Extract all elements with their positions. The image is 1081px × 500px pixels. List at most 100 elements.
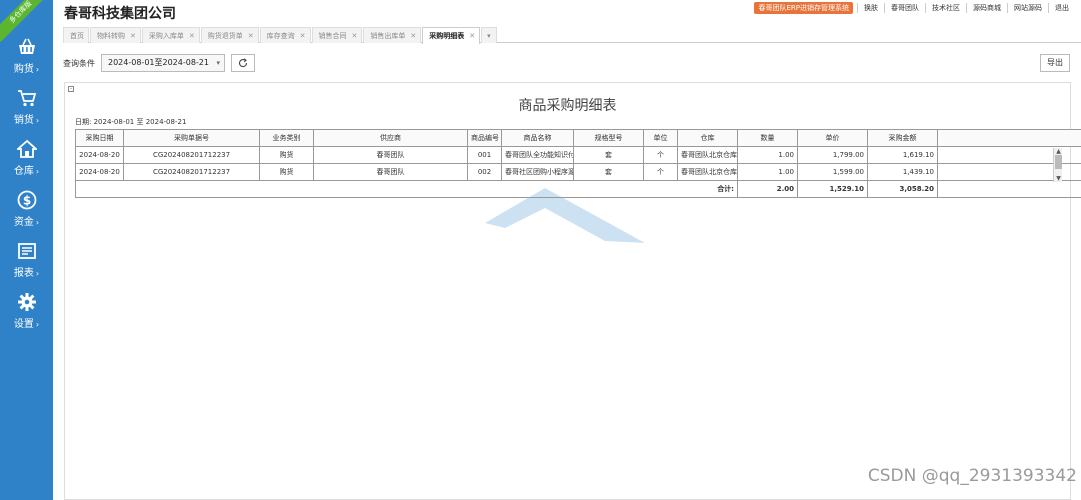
cell-warehouse: 春哥团队北京仓库 (677, 146, 738, 164)
refresh-button[interactable] (231, 54, 255, 72)
cart-icon (17, 89, 36, 106)
sidebar-item-reports[interactable]: 报表 › (0, 234, 53, 285)
tab-label: 采购入库单 (148, 31, 184, 40)
total-label: 合计: (75, 180, 738, 198)
company-name: 春哥科技集团公司 (64, 6, 176, 22)
close-icon[interactable]: ✕ (300, 32, 306, 40)
collapse-icon[interactable]: - (68, 86, 74, 92)
cell-date: 2024-08-20 (75, 163, 124, 181)
column-header: 商品编号 (467, 129, 502, 147)
column-header: 规格型号 (573, 129, 644, 147)
chevron-down-icon: ▾ (216, 59, 220, 67)
sidebar-label: 设置 (13, 318, 34, 330)
cell-amount: 1,439.10 (867, 163, 938, 181)
tab-label: 物料转购 (97, 31, 125, 40)
cell-product-name: 春哥团队全功能知识付 (501, 146, 574, 164)
sidebar-item-settings[interactable]: 设置 › (0, 285, 53, 336)
top-link-store[interactable]: 源码商城 (966, 3, 1007, 13)
top-link-community[interactable]: 技术社区 (925, 3, 966, 13)
cell-type: 购货 (259, 146, 314, 164)
tab-sales-contract[interactable]: 销售合同 ✕ (311, 27, 363, 43)
query-bar: 查询条件 2024-08-01至2024-08-21 ▾ 导出 (63, 54, 1081, 72)
chevron-right-icon: › (35, 115, 40, 125)
tab-material-purchase[interactable]: 物料转购 ✕ (90, 27, 141, 43)
column-header: 采购单据号 (123, 129, 260, 147)
purchase-detail-table: 采购日期 采购单据号 业务类别 供应商 商品编号 商品名称 规格型号 单位 仓库… (75, 129, 1081, 198)
sidebar-label: 报表 (13, 267, 34, 279)
top-link-skin[interactable]: 换肤 (857, 3, 884, 13)
tab-bar: 首页 物料转购 ✕ 采购入库单 ✕ 购货退货单 ✕ 库存查询 ✕ 销售合同 ✕ 销售出库单… (63, 27, 1081, 44)
column-header: 供应商 (313, 129, 468, 147)
scroll-down-icon[interactable]: ▼ (1054, 175, 1063, 182)
sidebar-label: 资金 (13, 216, 34, 228)
cell-warehouse: 春哥团队北京仓库 (677, 163, 738, 181)
sidebar-item-warehouse[interactable]: 仓库 › (0, 132, 53, 183)
close-icon[interactable]: ✕ (130, 32, 136, 40)
column-header: 业务类别 (259, 129, 314, 147)
report-panel: - 商品采购明细表 日期: 2024-08-01 至 2024-08-21 采购… (64, 82, 1081, 500)
sidebar-item-sales[interactable]: 销货 › (0, 81, 53, 132)
cell-price: 1,599.00 (797, 163, 868, 181)
tab-home[interactable]: 首页 (63, 27, 89, 43)
sidebar-item-funds[interactable]: $ 资金 › (0, 183, 53, 234)
sidebar-item-purchase[interactable]: 购货 › (0, 30, 53, 81)
tab-label: 销售合同 (318, 31, 347, 40)
scroll-up-icon[interactable]: ▲ (1054, 148, 1063, 155)
date-range-value: 2024-08-01至2024-08-21 (108, 58, 209, 67)
cell-spec: 套 (573, 146, 644, 164)
refresh-icon (238, 58, 248, 68)
report-title: 商品采购明细表 (518, 98, 617, 114)
cell-supplier: 春哥团队 (313, 146, 468, 164)
sidebar-label: 销货 (13, 114, 34, 126)
table-row[interactable]: 2024-08-20 CG202408201712237 购货 春哥团队 002… (75, 163, 1081, 181)
chevron-down-icon: ▾ (487, 31, 491, 40)
top-link-logout[interactable]: 退出 (1048, 3, 1075, 13)
cell-amount: 1,619.10 (867, 146, 938, 164)
tab-label: 库存查询 (266, 31, 295, 40)
sidebar-label: 购货 (13, 63, 34, 75)
csdn-watermark: CSDN @qq_2931393342 (867, 466, 1077, 486)
tab-sales-outbound[interactable]: 销售出库单 ✕ (363, 27, 422, 43)
column-header: 单价 (797, 129, 868, 147)
report-icon (17, 242, 36, 259)
top-links: 春哥团队ERP进销存管理系统 换肤 春哥团队 技术社区 源码商城 网站源码 退出 (754, 2, 1075, 14)
column-header: 数量 (737, 129, 798, 147)
table-total-row: 合计: 2.00 1,529.10 3,058.20 (75, 180, 1081, 198)
top-link-team[interactable]: 春哥团队 (884, 3, 925, 13)
cell-unit: 个 (643, 163, 678, 181)
chevron-right-icon: › (35, 217, 40, 227)
close-icon[interactable]: ✕ (352, 32, 358, 40)
tab-inventory-query[interactable]: 库存查询 ✕ (259, 27, 311, 43)
date-range-select[interactable]: 2024-08-01至2024-08-21 ▾ (101, 54, 225, 72)
cell-qty: 1.00 (737, 146, 798, 164)
tab-purchase-detail[interactable]: 采购明细表 ✕ (422, 27, 481, 44)
tab-label: 采购明细表 (429, 32, 465, 40)
total-qty: 2.00 (737, 180, 798, 198)
sidebar-label: 仓库 (13, 165, 34, 177)
cell-unit: 个 (643, 146, 678, 164)
side-nav: 购货 › 销货 › 仓库 › $ 资金 › 报表 › 设置 › (0, 30, 53, 336)
scroll-thumb[interactable] (1055, 155, 1062, 169)
column-header: 商品名称 (501, 129, 574, 147)
tab-dropdown[interactable]: ▾ (481, 27, 497, 43)
tab-purchase-inbound[interactable]: 采购入库单 ✕ (141, 27, 200, 43)
export-button[interactable]: 导出 (1040, 54, 1070, 72)
home-icon (16, 139, 37, 158)
close-icon[interactable]: ✕ (469, 32, 475, 40)
chevron-right-icon: › (35, 268, 40, 278)
cell-price: 1,799.00 (797, 146, 868, 164)
close-icon[interactable]: ✕ (248, 32, 254, 40)
close-icon[interactable]: ✕ (410, 32, 416, 40)
table-scrollbar[interactable]: ▲ ▼ (1053, 148, 1062, 182)
top-link-source[interactable]: 网站源码 (1007, 3, 1048, 13)
sidebar: 多仓库版 购货 › 销货 › 仓库 › $ 资金 › 报表 › 设置 › (0, 0, 53, 500)
svg-text:$: $ (22, 193, 30, 207)
cell-type: 购货 (259, 163, 314, 181)
close-icon[interactable]: ✕ (189, 32, 195, 40)
system-badge[interactable]: 春哥团队ERP进销存管理系统 (754, 2, 853, 14)
total-price: 1,529.10 (797, 180, 868, 198)
cell-product-code: 002 (467, 163, 502, 181)
chevron-right-icon: › (35, 319, 40, 329)
table-row[interactable]: 2024-08-20 CG202408201712237 购货 春哥团队 001… (75, 146, 1081, 164)
tab-purchase-return[interactable]: 购货退货单 ✕ (200, 27, 259, 43)
